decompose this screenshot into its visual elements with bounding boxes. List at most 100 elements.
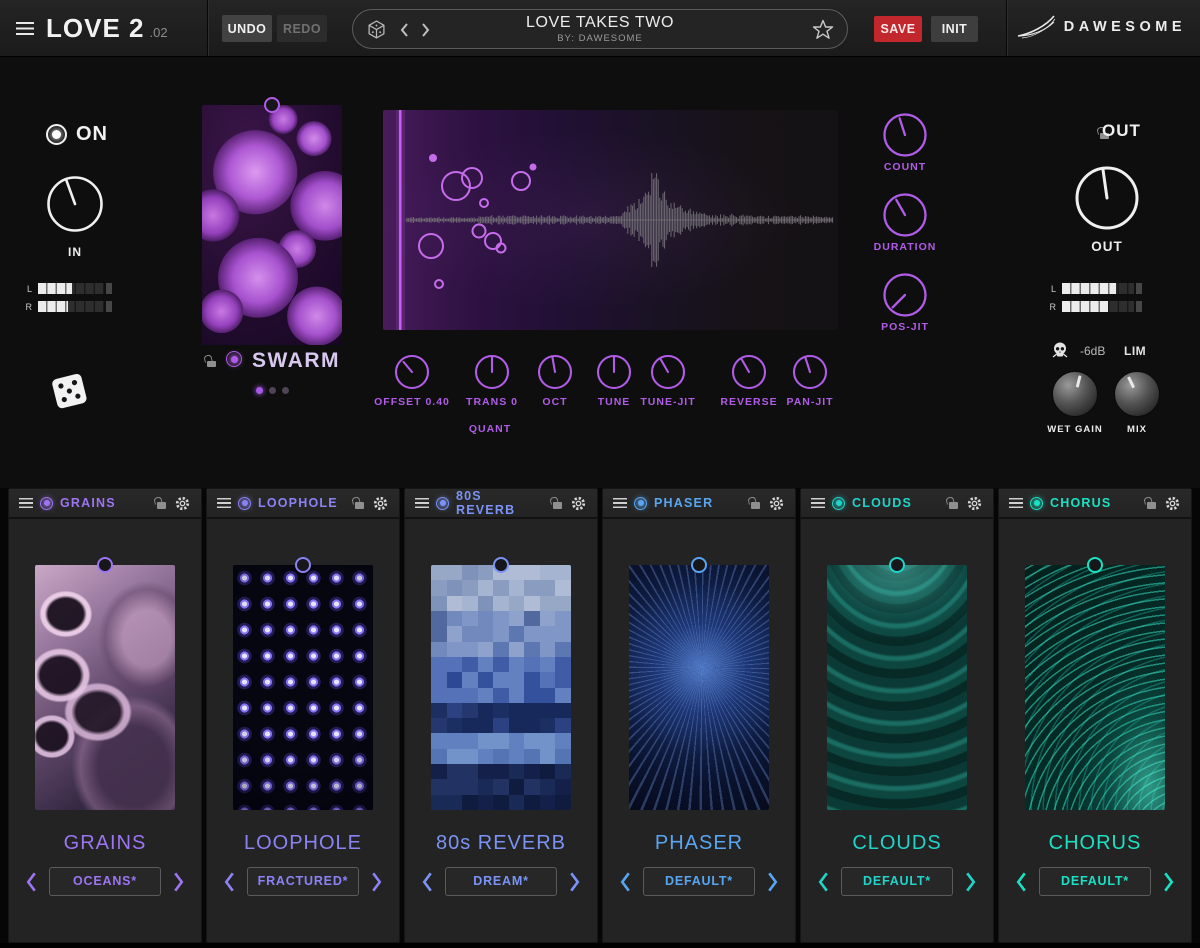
module-enable-radio[interactable] [40, 497, 53, 510]
redo-button[interactable]: REDO [277, 15, 327, 42]
next-preset-icon[interactable] [766, 871, 779, 893]
lock-icon[interactable] [748, 498, 761, 509]
dice-randomizer-icon[interactable] [43, 364, 98, 422]
prev-preset-icon[interactable] [223, 871, 236, 893]
trans-knob[interactable] [472, 352, 512, 392]
module-menu-icon[interactable] [19, 498, 33, 508]
count-knob[interactable] [881, 111, 929, 159]
lock-icon[interactable] [946, 498, 959, 509]
module-preset-name[interactable]: DEFAULT* [643, 867, 755, 896]
tile-handle[interactable] [889, 557, 905, 573]
lock-icon[interactable] [352, 498, 365, 509]
source-pager-dots[interactable] [256, 381, 295, 399]
input-meter-left: L [24, 283, 112, 294]
module-preset-name[interactable]: DEFAULT* [1039, 867, 1151, 896]
pager-dot[interactable] [269, 387, 276, 394]
gear-icon[interactable] [1164, 495, 1181, 512]
source-enable-radio[interactable] [226, 351, 242, 367]
pager-dot[interactable] [282, 387, 289, 394]
gear-icon[interactable] [174, 495, 191, 512]
gear-icon[interactable] [966, 495, 983, 512]
prev-preset-icon[interactable] [619, 871, 632, 893]
module-menu-icon[interactable] [217, 498, 231, 508]
quant-label[interactable]: QUANT [469, 423, 511, 435]
module-preset-name[interactable]: DREAM* [445, 867, 557, 896]
next-preset-icon[interactable] [172, 871, 185, 893]
next-preset-icon[interactable] [568, 871, 581, 893]
next-preset-icon[interactable] [1162, 871, 1175, 893]
lock-icon[interactable] [550, 498, 563, 509]
tile-handle[interactable] [691, 557, 707, 573]
pager-dot[interactable] [256, 387, 263, 394]
pan-jit-knob[interactable] [790, 352, 830, 392]
on-toggle[interactable]: ON [46, 123, 108, 146]
module-header: CHORUS [999, 489, 1191, 519]
app-version: .02 [149, 25, 167, 40]
prev-preset-icon[interactable] [1015, 871, 1028, 893]
module-menu-icon[interactable] [415, 498, 429, 508]
module-enable-radio[interactable] [238, 497, 251, 510]
duration-knob[interactable] [881, 191, 929, 239]
module-card-phaser: PHASER PHASER DEFAULT* [602, 488, 796, 943]
output-gain-knob[interactable] [1071, 162, 1143, 234]
tune-jit-knob[interactable] [648, 352, 688, 392]
on-label: ON [76, 123, 108, 146]
next-preset-icon[interactable] [421, 22, 431, 43]
limiter-threshold-value[interactable]: -6dB [1080, 344, 1105, 358]
undo-button[interactable]: UNDO [222, 15, 272, 42]
gear-icon[interactable] [570, 495, 587, 512]
grain-waveform-display[interactable] [383, 110, 838, 330]
oct-knob[interactable] [535, 352, 575, 392]
lock-icon[interactable] [1144, 498, 1157, 509]
module-menu-icon[interactable] [613, 498, 627, 508]
preset-browser[interactable]: LOVE TAKES TWO BY: DAWESOME [352, 9, 848, 49]
module-visual-pad[interactable] [233, 565, 373, 810]
tile-handle[interactable] [493, 557, 509, 573]
module-preset-name[interactable]: FRACTURED* [247, 867, 359, 896]
next-preset-icon[interactable] [370, 871, 383, 893]
lock-icon[interactable] [204, 356, 217, 367]
module-visual-pad[interactable] [629, 565, 769, 810]
count-label: COUNT [884, 161, 926, 173]
module-visual-pad[interactable] [35, 565, 175, 810]
limiter-skull-icon[interactable] [1050, 341, 1070, 364]
randomize-dice-icon[interactable] [367, 20, 386, 44]
mix-knob[interactable] [1114, 371, 1160, 417]
next-preset-icon[interactable] [964, 871, 977, 893]
lock-icon[interactable] [154, 498, 167, 509]
prev-preset-icon[interactable] [817, 871, 830, 893]
pos-jit-knob[interactable] [881, 271, 929, 319]
init-button[interactable]: INIT [931, 16, 978, 42]
module-enable-radio[interactable] [436, 497, 449, 510]
module-menu-icon[interactable] [811, 498, 825, 508]
module-preset-name[interactable]: DEFAULT* [841, 867, 953, 896]
module-enable-radio[interactable] [634, 497, 647, 510]
prev-preset-icon[interactable] [399, 22, 409, 43]
gear-icon[interactable] [768, 495, 785, 512]
tune-knob[interactable] [594, 352, 634, 392]
in-knob-label: IN [68, 245, 82, 259]
module-visual-pad[interactable] [827, 565, 967, 810]
module-visual-pad[interactable] [1025, 565, 1165, 810]
prev-preset-icon[interactable] [25, 871, 38, 893]
module-enable-radio[interactable] [1030, 497, 1043, 510]
source-visual-pad[interactable] [202, 105, 342, 345]
tile-handle[interactable] [295, 557, 311, 573]
favorite-star-icon[interactable] [811, 18, 835, 47]
tile-handle[interactable] [1087, 557, 1103, 573]
prev-preset-icon[interactable] [421, 871, 434, 893]
tile-handle[interactable] [264, 97, 280, 113]
module-preset-name[interactable]: OCEANS* [49, 867, 161, 896]
reverse-knob[interactable] [729, 352, 769, 392]
wet-gain-knob[interactable] [1052, 371, 1098, 417]
main-menu-icon[interactable] [16, 22, 34, 35]
tile-handle[interactable] [97, 557, 113, 573]
module-enable-radio[interactable] [832, 497, 845, 510]
gear-icon[interactable] [372, 495, 389, 512]
header-bar: LOVE 2.02 UNDO REDO LOVE TAKES TWO BY: D… [0, 0, 1200, 57]
save-button[interactable]: SAVE [874, 16, 922, 42]
input-gain-knob[interactable] [43, 172, 107, 236]
module-menu-icon[interactable] [1009, 498, 1023, 508]
offset-knob[interactable] [392, 352, 432, 392]
module-visual-pad[interactable] [431, 565, 571, 810]
